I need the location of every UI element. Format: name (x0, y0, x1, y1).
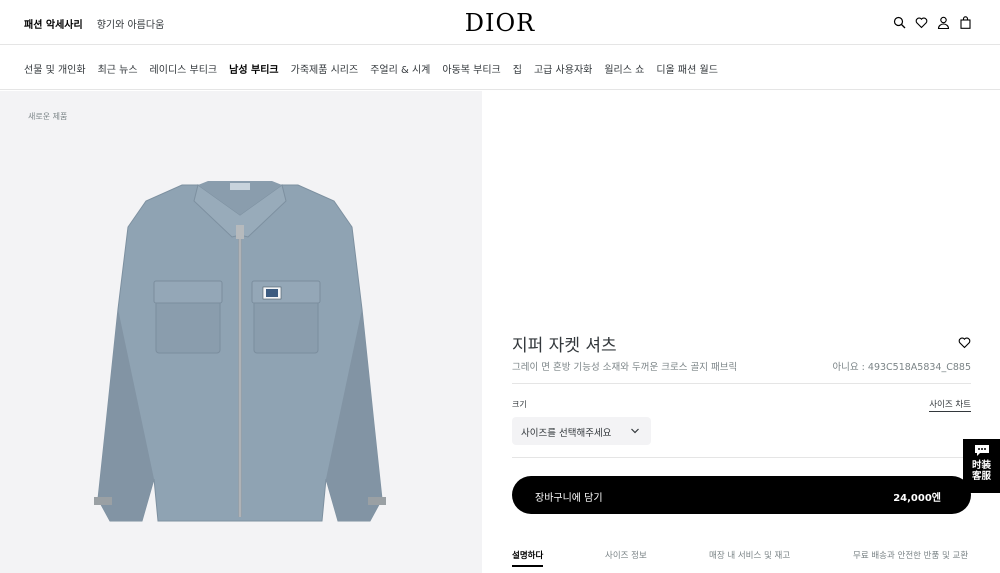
tab-shipping-returns[interactable]: 무료 배송과 안전한 반품 및 교환 (853, 549, 968, 561)
size-chart-link[interactable]: 사이즈 차트 (929, 398, 971, 412)
chat-line-2: 客服 (971, 471, 991, 482)
tab-size-info[interactable]: 사이즈 정보 (605, 549, 647, 561)
product-title: 지퍼 자켓 셔츠 (512, 336, 617, 356)
size-label: 크기 (512, 400, 527, 409)
heart-icon[interactable] (915, 14, 928, 29)
nav-item-gifts[interactable]: 선물 및 개인화 (24, 61, 86, 76)
product-tabs: 설명하다 사이즈 정보 매장 내 서비스 및 재고 무료 배송과 안전한 반품 … (512, 549, 971, 573)
chevron-down-icon (630, 426, 640, 436)
size-select[interactable]: 사이즈를 선택해주세요 (512, 417, 651, 445)
dior-logo[interactable]: DIOR (0, 9, 1000, 37)
nav-item-home[interactable]: 집 (513, 61, 522, 76)
bag-icon[interactable] (959, 14, 972, 29)
nav-item-women[interactable]: 레이디스 부티크 (150, 61, 218, 76)
chat-bubble-icon (974, 444, 990, 457)
nav-item-kids[interactable]: 아동복 부티크 (442, 61, 500, 76)
add-to-cart-button[interactable]: 장바구니에 담기 24,000엔 (512, 476, 971, 514)
nav-item-jewelry[interactable]: 주얼리 & 시계 (370, 61, 430, 76)
nav-item-leather[interactable]: 가죽제품 시리즈 (291, 61, 359, 76)
product-price: 24,000엔 (893, 493, 941, 504)
size-select-label: 사이즈를 선택해주세요 (521, 428, 612, 439)
nav-item-world[interactable]: 디올 패션 월드 (656, 61, 718, 76)
product-gallery[interactable]: 새로운 제품 (0, 91, 482, 573)
product-image (94, 181, 386, 522)
header: 패션 악세사리 향기와 아름다움 DIOR (0, 0, 1000, 45)
divider (512, 457, 971, 458)
user-icon[interactable] (937, 14, 950, 30)
search-icon[interactable] (893, 14, 906, 29)
wishlist-heart-icon[interactable] (958, 334, 971, 349)
nav-item-show[interactable]: 윌리스 쇼 (604, 61, 644, 76)
nav-item-custom[interactable]: 고급 사용자화 (534, 61, 592, 76)
product-reference: 아니요 : 493C518A5834_C885 (832, 362, 971, 373)
new-product-tag: 새로운 제품 (28, 112, 68, 121)
nav-item-news[interactable]: 최근 뉴스 (98, 61, 138, 76)
product-info: 지퍼 자켓 셔츠 그레이 면 혼방 기능성 소재와 두꺼운 크로스 골지 패브릭… (482, 91, 1000, 573)
nav-item-men[interactable]: 남성 부티크 (229, 61, 278, 76)
tab-description[interactable]: 설명하다 (512, 549, 544, 567)
header-icons (893, 14, 972, 30)
divider (512, 383, 971, 384)
add-to-cart-label: 장바구니에 담기 (535, 493, 603, 504)
product-subtitle: 그레이 면 혼방 기능성 소재와 두꺼운 크로스 골지 패브릭 (512, 362, 738, 373)
customer-service-chat-button[interactable]: 时装 客服 (963, 439, 1000, 493)
main-navigation: 선물 및 개인화 최근 뉴스 레이디스 부티크 남성 부티크 가죽제품 시리즈 … (0, 45, 1000, 90)
tab-store-services[interactable]: 매장 내 서비스 및 재고 (709, 549, 790, 561)
chat-line-1: 时装 (971, 460, 991, 471)
